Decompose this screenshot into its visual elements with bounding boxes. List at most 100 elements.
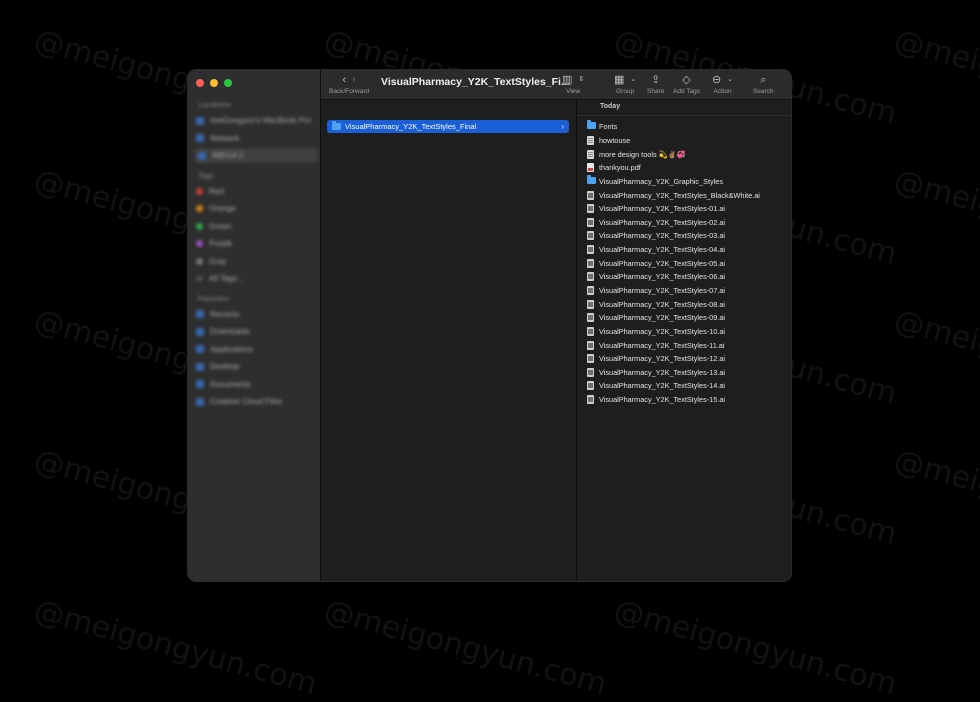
sidebar-item[interactable]: Creative Cloud Files [196, 397, 312, 406]
document-icon [587, 135, 594, 145]
zoom-button[interactable] [224, 79, 232, 87]
folder-icon [196, 310, 204, 318]
minimize-button[interactable] [210, 79, 218, 87]
folder-icon [196, 345, 204, 353]
file-name: VisualPharmacy_Y2K_Graphic_Styles [599, 176, 723, 186]
file-icon-wrap [587, 174, 596, 186]
file-row[interactable]: VisualPharmacy_Y2K_Graphic_Styles [587, 174, 760, 189]
sidebar-item-label: meiGongyun's MacBook Pro [210, 116, 312, 125]
file-row[interactable]: VisualPharmacy_Y2K_TextStyles-05.ai [587, 256, 760, 270]
file-row[interactable]: VisualPharmacy_Y2K_TextStyles-12.ai [587, 352, 760, 366]
sidebar-item-label: Applications [210, 344, 254, 354]
watermark-text: @meigongyun.com [890, 442, 980, 553]
window-controls [196, 79, 232, 87]
file-icon-wrap [587, 340, 595, 350]
folder-icon [587, 120, 596, 130]
sidebar-item[interactable]: All Tags... [196, 274, 312, 283]
file-row[interactable]: VisualPharmacy_Y2K_TextStyles-08.ai [587, 297, 760, 311]
file-row[interactable]: VisualPharmacy_Y2K_TextStyles-02.ai [587, 215, 760, 229]
section-header: Today [577, 100, 791, 116]
search-label: Search [753, 88, 774, 95]
sidebar-section-header: Favorites [198, 295, 230, 303]
column-2: Today Fonts howtouse more design tools 💫✌🏽… [577, 100, 791, 581]
sidebar-item[interactable]: Applications [196, 345, 312, 354]
sidebar-item[interactable]: Recents [196, 310, 312, 319]
file-list: Fonts howtouse more design tools 💫✌🏽💞 thank… [587, 120, 760, 406]
file-row[interactable]: VisualPharmacy_Y2K_TextStyles-13.ai [587, 366, 760, 380]
file-row[interactable]: VisualPharmacy_Y2K_TextStyles-01.ai [587, 202, 760, 216]
file-row[interactable]: more design tools 💫✌🏽💞 [587, 147, 760, 161]
file-name: VisualPharmacy_Y2K_TextStyles-10.ai [599, 326, 726, 336]
file-row[interactable]: VisualPharmacy_Y2K_TextStyles-03.ai [587, 229, 760, 243]
file-row[interactable]: VisualPharmacy_Y2K_TextStyles-09.ai [587, 311, 760, 325]
file-row[interactable]: VisualPharmacy_Y2K_TextStyles-04.ai [587, 243, 760, 257]
sidebar-item[interactable]: Gray [196, 257, 312, 266]
file-icon-wrap [587, 395, 595, 405]
file-name: VisualPharmacy_Y2K_TextStyles-09.ai [599, 313, 726, 323]
file-icon-wrap [587, 120, 596, 131]
file-icon-wrap [587, 299, 595, 309]
file-row[interactable]: VisualPharmacy_Y2K_TextStyles-14.ai [587, 379, 760, 393]
sidebar-item[interactable]: meiGongyun's MacBook Pro [196, 116, 312, 125]
tag-dot-icon [196, 205, 203, 212]
sidebar-item[interactable]: Red [196, 187, 312, 196]
illustrator-file-icon [587, 231, 594, 241]
file-name: VisualPharmacy_Y2K_TextStyles-05.ai [599, 258, 726, 268]
watermark-text: @meigongyun.com [610, 592, 901, 702]
selected-folder-row[interactable]: VisualPharmacy_Y2K_TextStyles_Final › [327, 120, 569, 133]
sidebar-item-label: Recents [210, 309, 240, 319]
folder-icon [198, 151, 206, 160]
file-name: thankyou.pdf [599, 163, 641, 173]
sidebar-item[interactable]: Green [196, 222, 312, 231]
sidebar-item[interactable]: Orange [196, 204, 312, 213]
sidebar-item[interactable]: Documents [196, 380, 312, 389]
file-name: VisualPharmacy_Y2K_TextStyles-13.ai [599, 367, 726, 377]
file-name: VisualPharmacy_Y2K_TextStyles-07.ai [599, 286, 726, 295]
sidebar-item[interactable]: Downloads [196, 327, 312, 336]
group-control[interactable]: ▦ ⌄ Group [614, 73, 636, 95]
file-row[interactable]: VisualPharmacy_Y2K_TextStyles-11.ai [587, 338, 760, 352]
share-button[interactable]: ⇪ Share [647, 73, 664, 95]
chevron-right-icon: › [561, 122, 564, 131]
file-name: more design tools 💫✌🏽💞 [599, 149, 686, 159]
finder-window: Locations meiGongyun's MacBook Pro Network… [188, 70, 791, 581]
folder-icon [196, 362, 204, 371]
ellipsis-circle-icon: ⊖ [712, 74, 722, 86]
back-arrow-icon[interactable]: ‹ [342, 73, 346, 87]
file-icon-wrap [587, 149, 595, 159]
file-row[interactable]: VisualPharmacy_Y2K_TextStyles_Black&Whit… [587, 188, 760, 202]
file-row[interactable]: VisualPharmacy_Y2K_TextStyles-07.ai [587, 284, 760, 298]
folder-icon [332, 121, 341, 130]
file-icon-wrap [587, 354, 595, 364]
sidebar-item-label: Downloads [210, 327, 250, 336]
forward-arrow-icon[interactable]: › [352, 73, 356, 87]
view-control[interactable]: ▥ ⇕ View [562, 73, 584, 95]
tag-dot-icon [196, 240, 203, 247]
sidebar-item[interactable]: Desktop [196, 362, 312, 371]
folder-icon [196, 380, 204, 388]
file-row[interactable]: howtouse [587, 134, 760, 148]
file-name: howtouse [599, 135, 631, 145]
sidebar-item[interactable]: Network [196, 134, 312, 143]
sidebar-item-label: Gray [209, 256, 227, 266]
illustrator-file-icon [587, 204, 594, 214]
file-icon-wrap [587, 204, 595, 214]
search-button[interactable]: ⌕ Search [753, 73, 774, 95]
action-label: Action [713, 88, 732, 95]
add-tags-button[interactable]: ◇ Add Tags [673, 73, 700, 95]
share-icon: ⇪ [651, 74, 661, 86]
action-button[interactable]: ⊖ ⌄ Action [712, 73, 733, 95]
file-name: VisualPharmacy_Y2K_TextStyles-03.ai [599, 231, 726, 241]
folder-icon [196, 134, 204, 142]
file-row[interactable]: thankyou.pdf [587, 161, 760, 175]
file-row[interactable]: VisualPharmacy_Y2K_TextStyles-10.ai [587, 325, 760, 339]
sidebar-item[interactable]: iMEGA 2 [194, 148, 318, 163]
file-row[interactable]: Fonts [587, 120, 760, 134]
file-name: VisualPharmacy_Y2K_TextStyles-12.ai [599, 354, 726, 364]
file-icon-wrap [587, 272, 595, 282]
file-row[interactable]: VisualPharmacy_Y2K_TextStyles-06.ai [587, 270, 760, 284]
file-row[interactable]: VisualPharmacy_Y2K_TextStyles-15.ai [587, 393, 760, 407]
close-button[interactable] [196, 79, 204, 87]
sidebar-item[interactable]: Purple [196, 239, 312, 248]
file-icon-wrap [587, 313, 595, 323]
